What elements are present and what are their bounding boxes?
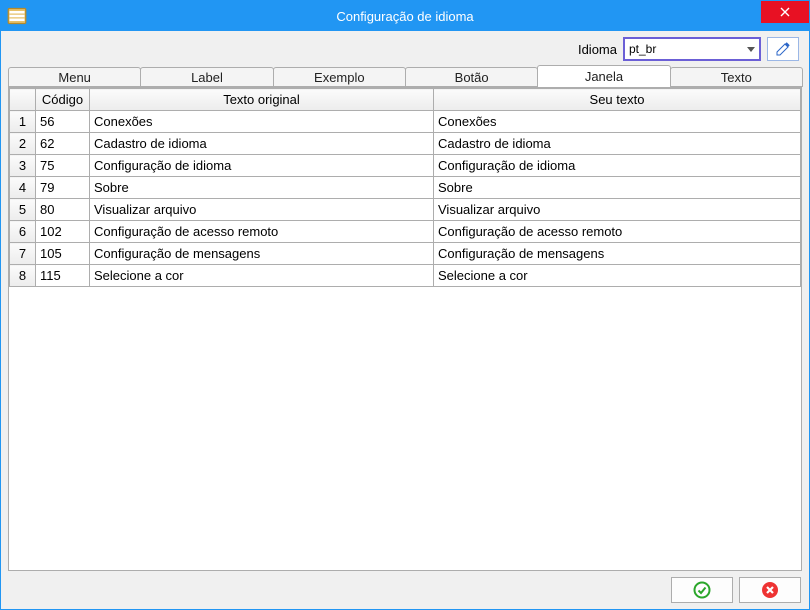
idioma-value: pt_br	[629, 42, 656, 56]
table-row[interactable]: 375Configuração de idiomaConfiguração de…	[10, 155, 801, 177]
tab-janela[interactable]: Janela	[537, 65, 670, 87]
cell-codigo[interactable]: 75	[36, 155, 90, 177]
row-number: 5	[10, 199, 36, 221]
idioma-select[interactable]: pt_br	[623, 37, 761, 61]
tab-label: Texto	[721, 70, 752, 85]
cell-seu[interactable]: Conexões	[434, 111, 801, 133]
chevron-down-icon	[747, 47, 755, 52]
tab-label: Label	[191, 70, 223, 85]
cell-original[interactable]: Configuração de idioma	[90, 155, 434, 177]
row-number: 8	[10, 265, 36, 287]
cancel-icon	[761, 581, 779, 599]
cell-original[interactable]: Configuração de acesso remoto	[90, 221, 434, 243]
table-row[interactable]: 580Visualizar arquivoVisualizar arquivo	[10, 199, 801, 221]
tab-menu[interactable]: Menu	[8, 67, 141, 87]
cell-seu[interactable]: Configuração de acesso remoto	[434, 221, 801, 243]
idioma-label: Idioma	[578, 42, 617, 57]
cell-codigo[interactable]: 62	[36, 133, 90, 155]
app-icon	[7, 6, 27, 26]
cell-seu[interactable]: Configuração de idioma	[434, 155, 801, 177]
cell-seu[interactable]: Selecione a cor	[434, 265, 801, 287]
close-icon	[780, 7, 790, 17]
col-seu[interactable]: Seu texto	[434, 89, 801, 111]
row-number: 3	[10, 155, 36, 177]
ok-button[interactable]	[671, 577, 733, 603]
row-number: 2	[10, 133, 36, 155]
tab-label: Menu	[58, 70, 91, 85]
cancel-button[interactable]	[739, 577, 801, 603]
tab-texto[interactable]: Texto	[670, 67, 803, 87]
row-number: 6	[10, 221, 36, 243]
cell-original[interactable]: Visualizar arquivo	[90, 199, 434, 221]
cell-original[interactable]: Configuração de mensagens	[90, 243, 434, 265]
pencil-icon	[775, 41, 791, 57]
tab-label: Exemplo	[314, 70, 365, 85]
cell-codigo[interactable]: 105	[36, 243, 90, 265]
table-row[interactable]: 262Cadastro de idiomaCadastro de idioma	[10, 133, 801, 155]
button-row	[9, 577, 801, 603]
tab-label: Botão	[455, 70, 489, 85]
client-area: Idioma pt_br Menu Label Exemplo Botão Ja…	[1, 31, 809, 609]
table-row[interactable]: 8115Selecione a corSelecione a cor	[10, 265, 801, 287]
table-row[interactable]: 7105Configuração de mensagensConfiguraçã…	[10, 243, 801, 265]
table-row[interactable]: 156ConexõesConexões	[10, 111, 801, 133]
cell-seu[interactable]: Visualizar arquivo	[434, 199, 801, 221]
col-codigo[interactable]: Código	[36, 89, 90, 111]
cell-seu[interactable]: Configuração de mensagens	[434, 243, 801, 265]
cell-seu[interactable]: Sobre	[434, 177, 801, 199]
ok-icon	[693, 581, 711, 599]
cell-codigo[interactable]: 56	[36, 111, 90, 133]
titlebar[interactable]: Configuração de idioma	[1, 1, 809, 31]
cell-original[interactable]: Cadastro de idioma	[90, 133, 434, 155]
cell-codigo[interactable]: 115	[36, 265, 90, 287]
cell-original[interactable]: Sobre	[90, 177, 434, 199]
edit-language-button[interactable]	[767, 37, 799, 61]
cell-codigo[interactable]: 102	[36, 221, 90, 243]
data-grid[interactable]: Código Texto original Seu texto 156Conex…	[8, 87, 802, 571]
grid-header-row: Código Texto original Seu texto	[10, 89, 801, 111]
cell-codigo[interactable]: 79	[36, 177, 90, 199]
window: Configuração de idioma Idioma pt_br Menu…	[0, 0, 810, 610]
close-button[interactable]	[761, 1, 809, 23]
cell-original[interactable]: Conexões	[90, 111, 434, 133]
row-number: 4	[10, 177, 36, 199]
row-number: 7	[10, 243, 36, 265]
language-row: Idioma pt_br	[11, 37, 799, 61]
tab-exemplo[interactable]: Exemplo	[273, 67, 406, 87]
grid-empty-space	[9, 287, 801, 570]
tab-botao[interactable]: Botão	[405, 67, 538, 87]
tab-label: Janela	[585, 69, 623, 84]
cell-codigo[interactable]: 80	[36, 199, 90, 221]
table-row[interactable]: 479SobreSobre	[10, 177, 801, 199]
grid-corner	[10, 89, 36, 111]
window-title: Configuração de idioma	[1, 9, 809, 24]
tab-label[interactable]: Label	[140, 67, 273, 87]
row-number: 1	[10, 111, 36, 133]
table-row[interactable]: 6102Configuração de acesso remotoConfigu…	[10, 221, 801, 243]
cell-original[interactable]: Selecione a cor	[90, 265, 434, 287]
col-original[interactable]: Texto original	[90, 89, 434, 111]
tab-strip: Menu Label Exemplo Botão Janela Texto	[8, 65, 802, 87]
cell-seu[interactable]: Cadastro de idioma	[434, 133, 801, 155]
